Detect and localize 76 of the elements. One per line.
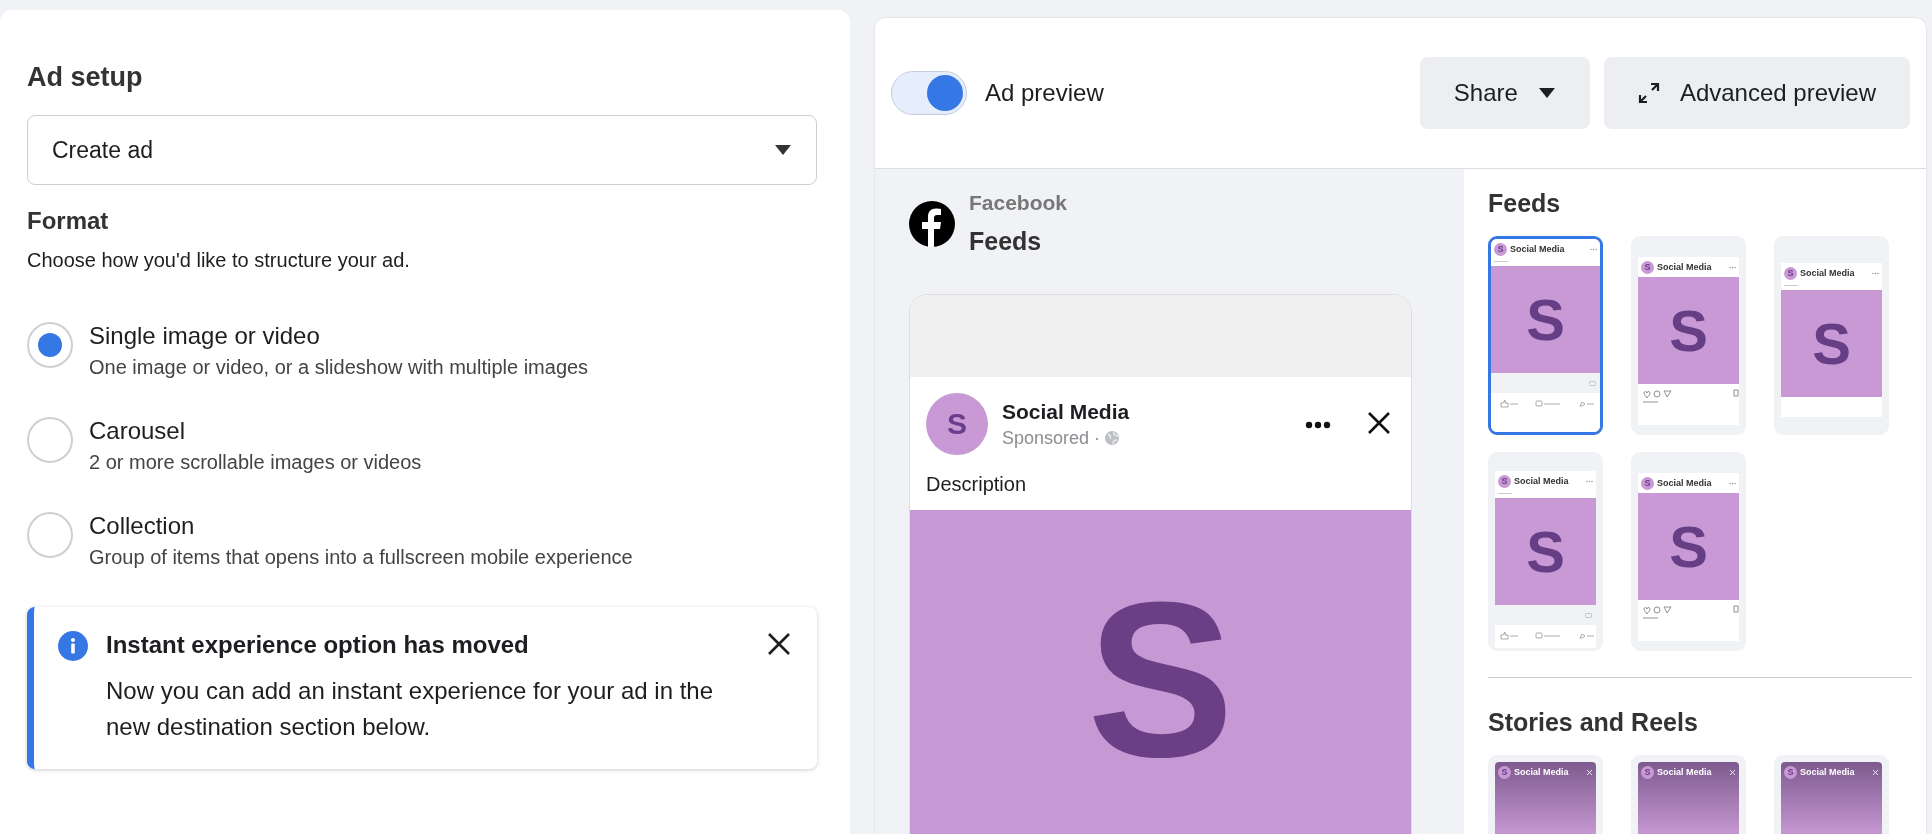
close-icon [1729,768,1736,776]
share-button[interactable]: Share [1419,57,1590,129]
page-name: Social Media [1002,399,1131,424]
placement-name: Feeds [969,227,1043,256]
more-icon [1729,481,1736,485]
page-avatar: S [1641,476,1654,490]
more-icon [1586,479,1593,483]
placement-thumbnail[interactable]: S Social Media S [1774,236,1889,435]
option-description: One image or video, or a slideshow with multiple images [89,356,589,379]
page-name: Social Media [1657,767,1713,777]
radio-button[interactable] [27,322,73,368]
expand-icon [1637,82,1660,104]
more-icon [1590,247,1597,251]
page-avatar: S [926,393,988,455]
placement-thumbnail[interactable]: S Social Media [1774,755,1889,834]
section-title: Format [27,207,110,235]
toggle-label: Ad preview [985,79,1105,107]
placement-thumbnail[interactable]: S Social Media S [1631,452,1746,651]
page-avatar: S [1498,765,1511,779]
page-name: Social Media [1514,476,1570,486]
page-avatar: S [1784,765,1797,779]
page-avatar: S [1641,765,1654,779]
caret-icon [1537,87,1556,99]
radio-button[interactable] [27,417,73,463]
page-name: Social Media [1800,268,1856,278]
advanced-preview-button[interactable]: Advanced preview [1603,57,1910,129]
close-icon [1367,410,1391,435]
page-avatar: S [1498,474,1511,488]
page-avatar: S [1784,266,1797,280]
section-title: Feeds [1488,189,1562,218]
option-label: Carousel [89,417,187,445]
page-name: Social Media [1800,767,1856,777]
ad-image: S [1638,493,1739,600]
close-icon [1586,768,1593,776]
ad-description: Description [925,472,1028,497]
more-icon [1872,271,1879,275]
ad-image: S [1495,498,1596,605]
info-icon [58,631,88,661]
platform-name: Facebook [969,191,1068,215]
preview-toggle[interactable] [891,71,967,115]
page-avatar: S [1494,242,1507,256]
comment-icon [1589,380,1596,386]
page-name: Social Media [1514,767,1570,777]
close-icon [1872,768,1879,776]
section-title: Ad setup [27,62,144,93]
placement-thumbnail[interactable]: S Social Media S [1488,452,1603,651]
more-icon [1729,265,1736,269]
format-description: Choose how you'd like to structure your ad. [27,249,411,272]
placement-thumbnail[interactable]: S Social Media S [1488,236,1603,435]
page-name: Social Media [1657,262,1713,272]
option-description: Group of items that opens into a fullscreen mobile experience [89,546,633,569]
globe-icon [1104,430,1121,446]
facebook-logo-icon [909,200,955,247]
section-title: Stories and Reels [1488,708,1699,737]
ad-image: S [1781,290,1882,397]
notice-title: Instant experience option has moved [106,631,530,660]
notice-text: Now you can add an instant experience for your ad in the new destination section below. [106,676,715,742]
option-label: Collection [89,512,196,540]
page-avatar: S [1641,260,1654,274]
placement-thumbnail[interactable]: S Social Media S [1631,236,1746,435]
option-description: 2 or more scrollable images or videos [89,451,422,474]
comment-icon [1585,612,1592,618]
close-icon [766,631,792,657]
ad-image: S [910,510,1411,834]
caret-icon [774,144,792,156]
option-label: Single image or video [89,322,321,350]
page-name: Social Media [1510,244,1566,254]
ad-type-dropdown[interactable]: Create ad [27,115,817,185]
more-icon [1305,420,1331,429]
page-name: Social Media [1657,478,1713,488]
ad-image: S [1491,266,1600,373]
sponsored-label: Sponsored · [1002,427,1101,449]
radio-button[interactable] [27,512,73,558]
placement-thumbnail[interactable]: S Social Media [1488,755,1603,834]
ad-image: S [1638,277,1739,384]
placement-thumbnail[interactable]: S Social Media [1631,755,1746,834]
